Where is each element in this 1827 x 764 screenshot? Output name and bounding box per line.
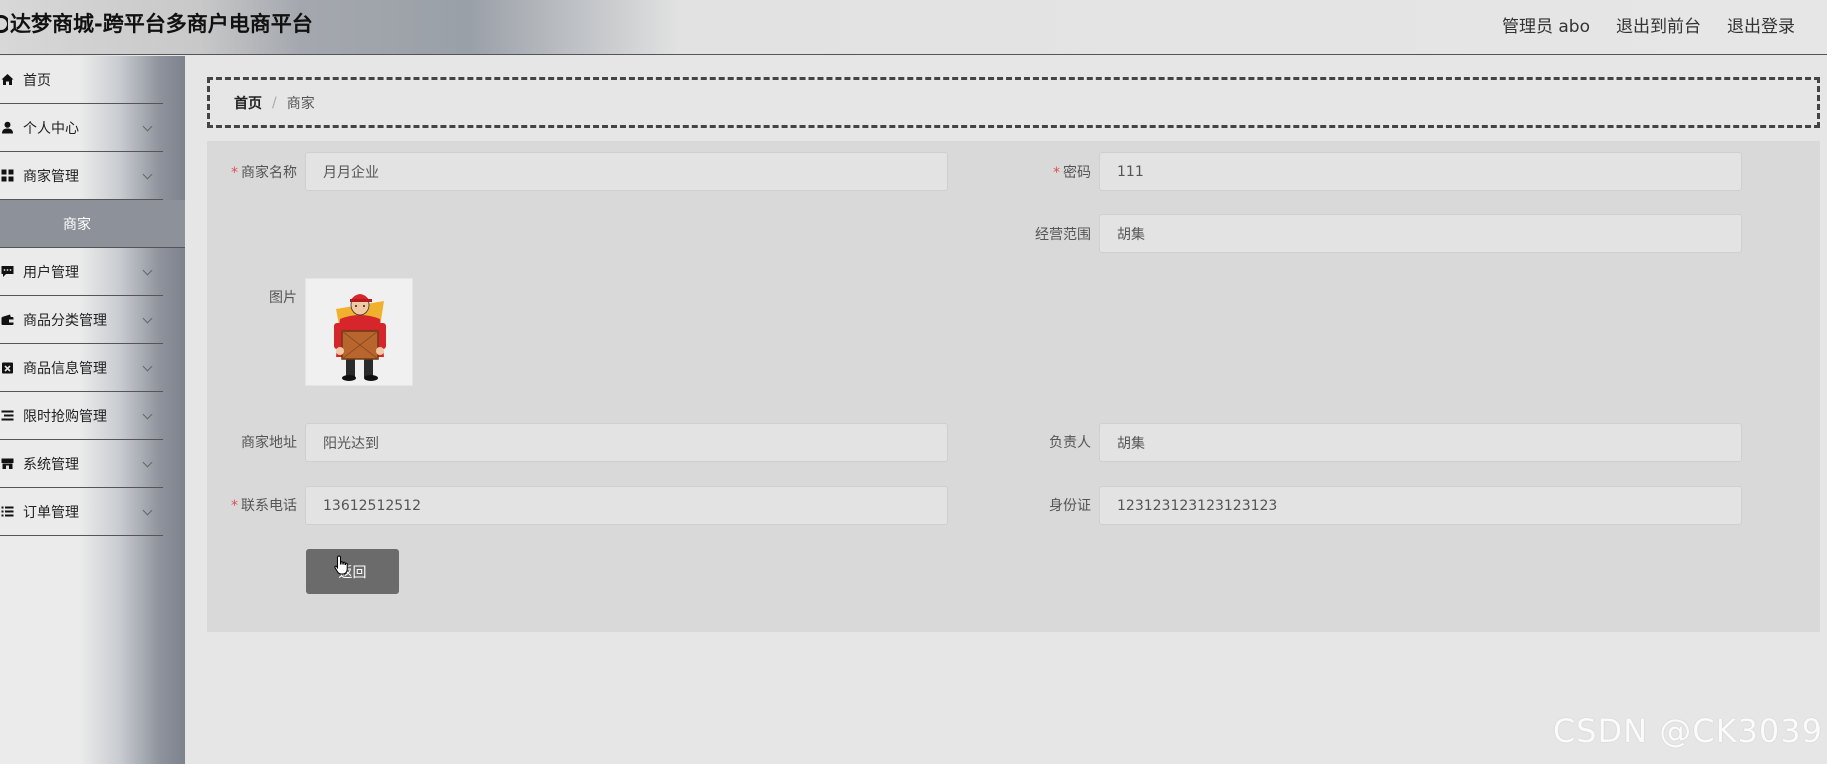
top-header: 达梦商城-跨平台多商户电商平台 管理员 abo 退出到前台 退出登录	[0, 0, 1827, 55]
grid-icon	[0, 169, 14, 183]
sidebar-item-label: 商品分类管理	[23, 312, 107, 329]
sidebar-item-product-info-management[interactable]: 商品信息管理	[0, 344, 163, 392]
business-scope-label: 经营范围	[1035, 227, 1091, 243]
address-label: 商家地址	[241, 435, 297, 451]
merchant-name-label: * 商家名称	[231, 165, 297, 181]
sidebar-subitem-merchant[interactable]: 商家	[0, 200, 185, 248]
chevron-down-icon	[142, 121, 153, 132]
breadcrumb-separator: /	[272, 94, 277, 111]
sidebar-item-category-management[interactable]: 商品分类管理	[0, 296, 163, 344]
merchant-detail-form: * 商家名称 月月企业 * 密码 111 经营范围 胡集 图片 商家地址 阳光达…	[207, 141, 1820, 632]
store-icon	[0, 457, 14, 471]
id-card-field[interactable]: 123123123123123123	[1099, 486, 1742, 525]
back-button[interactable]: 返回	[306, 549, 399, 594]
list-check-icon	[0, 505, 14, 519]
merchant-name-field[interactable]: 月月企业	[305, 152, 948, 191]
sidebar-item-label: 系统管理	[23, 456, 79, 473]
chat-icon	[0, 265, 14, 279]
user-icon	[0, 121, 14, 135]
sidebar-item-label: 商家管理	[23, 168, 79, 185]
chevron-down-icon	[142, 409, 153, 420]
person-in-charge-label: 负责人	[1049, 435, 1091, 451]
sidebar-subitem-label: 商家	[63, 216, 91, 233]
business-scope-field[interactable]: 胡集	[1099, 214, 1742, 253]
logout-link[interactable]: 退出登录	[1727, 12, 1795, 37]
clipboard-x-icon	[0, 361, 14, 375]
sidebar-item-label: 商品信息管理	[23, 360, 107, 377]
chevron-down-icon	[142, 361, 153, 372]
breadcrumb: 首页 / 商家	[207, 77, 1820, 128]
phone-field[interactable]: 13612512512	[305, 486, 948, 525]
phone-label: * 联系电话	[231, 498, 297, 514]
chevron-down-icon	[142, 457, 153, 468]
admin-user-link[interactable]: 管理员 abo	[1502, 12, 1590, 37]
delivery-person-image	[334, 294, 386, 381]
sidebar-item-label: 限时抢购管理	[23, 408, 107, 425]
hand-cursor-icon	[334, 555, 348, 575]
sidebar-item-label: 首页	[23, 72, 51, 89]
address-field[interactable]: 阳光达到	[305, 423, 948, 462]
brand: 达梦商城-跨平台多商户电商平台	[0, 9, 313, 37]
id-card-label: 身份证	[1049, 498, 1091, 514]
app-title: 达梦商城-跨平台多商户电商平台	[10, 12, 313, 36]
merchant-image[interactable]	[305, 278, 413, 386]
wallet-icon	[0, 313, 14, 327]
top-links: 管理员 abo 退出到前台 退出登录	[1502, 12, 1795, 37]
breadcrumb-current: 商家	[286, 95, 315, 112]
logo-icon	[0, 13, 8, 33]
image-label: 图片	[269, 290, 297, 306]
chevron-down-icon	[142, 265, 153, 276]
sidebar-item-label: 订单管理	[23, 504, 79, 521]
breadcrumb-home-link[interactable]: 首页	[234, 93, 262, 113]
sidebar-item-personal-center[interactable]: 个人中心	[0, 104, 163, 152]
sidebar-item-order-management[interactable]: 订单管理	[0, 488, 163, 536]
sidebar: 首页 个人中心 商家管理 商家 用户管理 商品分类管理 商品信息管理 限时抢购管…	[0, 56, 185, 764]
chevron-down-icon	[142, 313, 153, 324]
sidebar-item-merchant-management[interactable]: 商家管理	[0, 152, 163, 200]
back-to-frontend-link[interactable]: 退出到前台	[1616, 12, 1701, 37]
chevron-down-icon	[142, 505, 153, 516]
list-icon	[0, 409, 14, 423]
watermark: CSDN @CK3039	[1552, 712, 1823, 750]
password-field[interactable]: 111	[1099, 152, 1742, 191]
chevron-down-icon	[142, 169, 153, 180]
sidebar-item-label: 个人中心	[23, 120, 79, 137]
sidebar-item-flash-sale-management[interactable]: 限时抢购管理	[0, 392, 163, 440]
person-in-charge-field[interactable]: 胡集	[1099, 423, 1742, 462]
sidebar-item-label: 用户管理	[23, 264, 79, 281]
password-label: * 密码	[1053, 165, 1091, 181]
sidebar-item-user-management[interactable]: 用户管理	[0, 248, 163, 296]
sidebar-item-home[interactable]: 首页	[0, 56, 163, 104]
sidebar-item-system-management[interactable]: 系统管理	[0, 440, 163, 488]
home-icon	[0, 73, 14, 87]
